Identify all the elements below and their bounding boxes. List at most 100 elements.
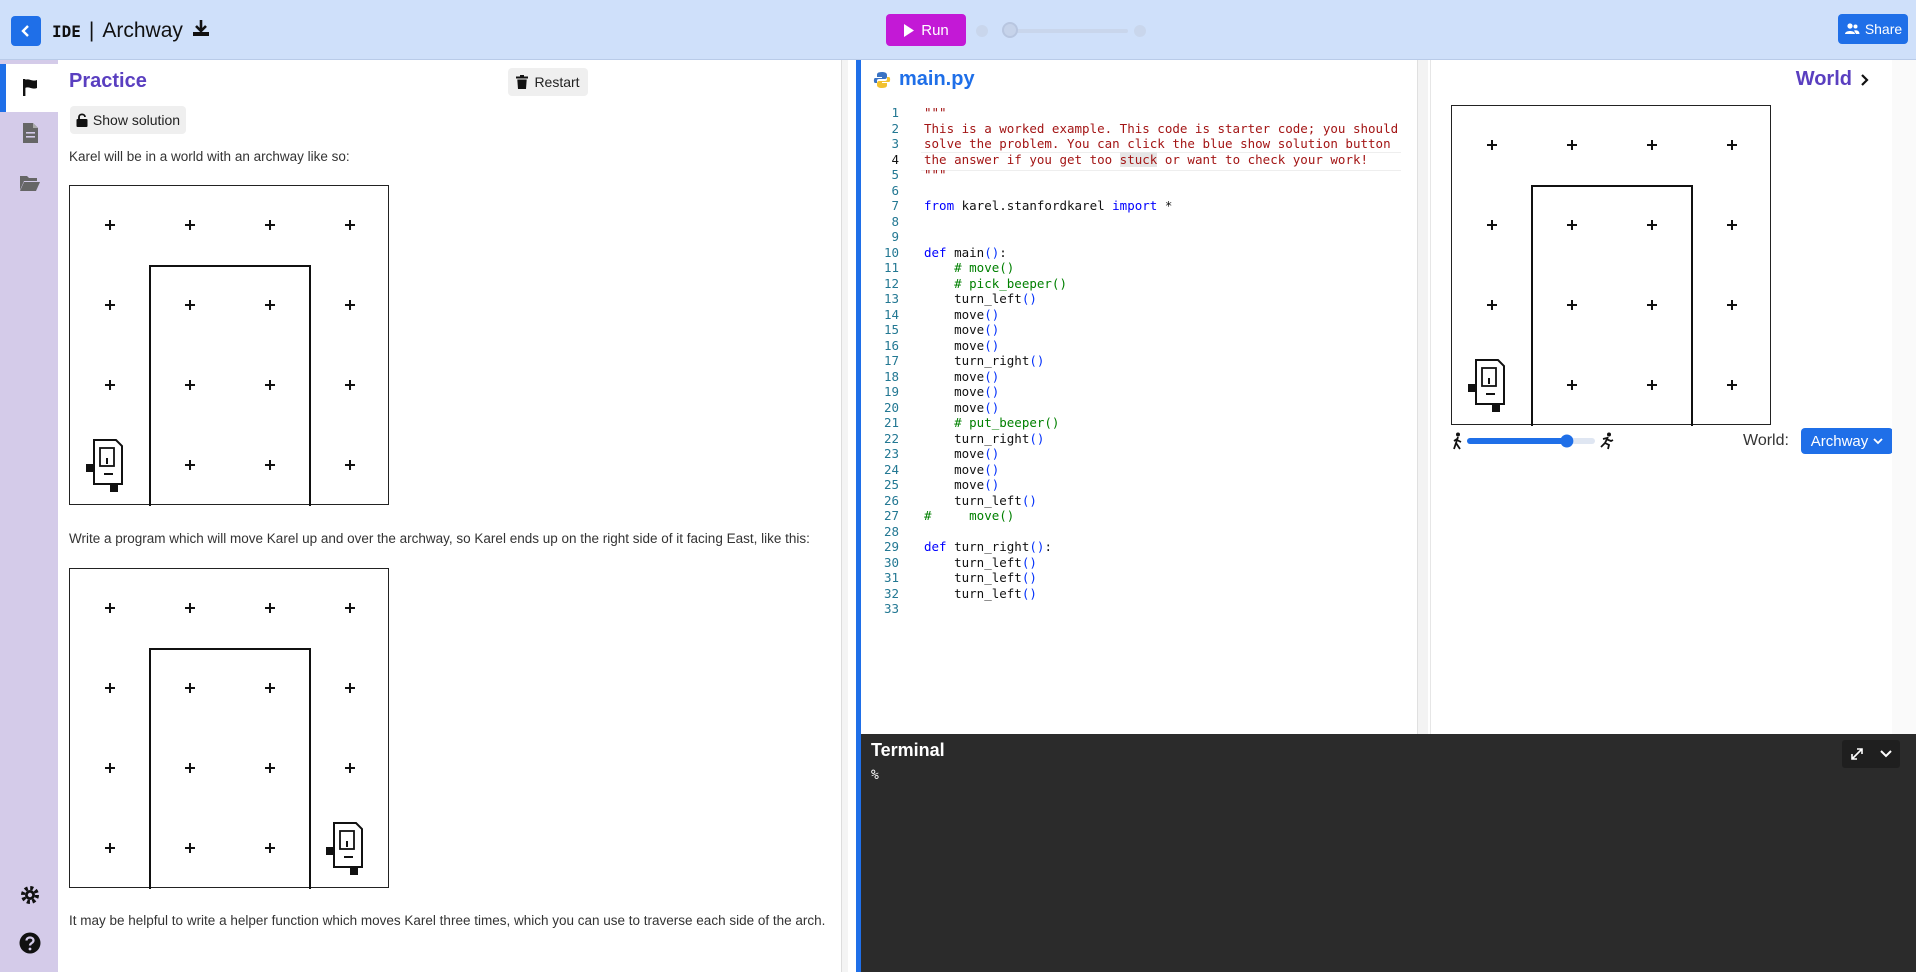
code-text: move()	[924, 384, 1000, 399]
title-separator: |	[88, 19, 95, 42]
help-icon[interactable]	[19, 932, 41, 954]
world-dropdown[interactable]: Archway	[1801, 428, 1893, 454]
code-text: turn_left()	[924, 492, 1037, 508]
line-number: 19	[883, 384, 899, 399]
goal-world-diagram	[69, 568, 389, 889]
project-title: Archway	[102, 19, 183, 42]
brand: IDE | Archway	[52, 17, 211, 45]
code-text: """	[924, 167, 947, 182]
line-number: 2	[891, 120, 899, 136]
gear-icon[interactable]	[19, 884, 41, 906]
line-number: 4	[891, 151, 899, 167]
running-icon	[1600, 432, 1614, 450]
line-number: 18	[883, 368, 899, 384]
slider-knob[interactable]	[1002, 22, 1018, 38]
instructions-panel: Practice Restart Show solution Karel wil…	[58, 60, 842, 972]
code-text: # pick_beeper()	[924, 275, 1067, 291]
walking-icon	[1453, 432, 1462, 450]
code-text: move()	[924, 446, 1000, 461]
side-rail	[0, 60, 58, 972]
share-button[interactable]: Share	[1838, 14, 1908, 44]
restart-button[interactable]: Restart	[508, 68, 588, 96]
document-icon[interactable]	[19, 122, 41, 144]
lock-icon	[76, 113, 88, 127]
world-panel: World World: Archway	[1430, 60, 1893, 734]
show-solution-button[interactable]: Show solution	[70, 106, 186, 134]
download-icon[interactable]	[191, 18, 211, 44]
code-text: solve the problem. You can click the blu…	[924, 136, 1391, 151]
line-number: 26	[883, 492, 899, 508]
python-icon	[873, 71, 891, 88]
speed-slider[interactable]	[1467, 434, 1595, 448]
expand-icon[interactable]	[1850, 747, 1864, 761]
code-text: turn_left()	[924, 291, 1037, 306]
code-text: def main():	[924, 244, 1007, 260]
code-editor: main.py 1 """ 2 This is a worked example. T…	[861, 60, 1430, 734]
world-header[interactable]: World	[1796, 68, 1870, 91]
instructions-scrollbar[interactable]	[842, 60, 848, 972]
terminal-prompt[interactable]: %	[871, 768, 879, 783]
line-number: 32	[883, 585, 899, 601]
line-number: 23	[883, 446, 899, 461]
code-text: move()	[924, 461, 1000, 477]
line-number: 29	[883, 539, 899, 554]
editor-scrollbar[interactable]	[1417, 60, 1428, 734]
karel-robot	[1468, 359, 1505, 412]
code-text: """	[924, 105, 947, 120]
line-number: 8	[891, 213, 899, 229]
line-number: 3	[891, 136, 899, 151]
code-text: move()	[924, 306, 1000, 322]
file-tab[interactable]: main.py	[873, 68, 975, 91]
instructions-title: Practice	[69, 70, 147, 92]
chevron-down-icon[interactable]	[1879, 749, 1893, 759]
chevron-right-icon	[1861, 73, 1869, 86]
users-icon	[1844, 23, 1860, 34]
line-number: 12	[883, 275, 899, 291]
folder-open-icon[interactable]	[19, 172, 41, 194]
world-scrollbar[interactable]	[1892, 60, 1916, 734]
code-text: move()	[924, 322, 1000, 337]
line-number: 33	[883, 601, 899, 616]
code-area[interactable]: 1 """ 2 This is a worked example. This code…	[861, 105, 1401, 730]
code-text: # move()	[924, 260, 1015, 275]
slider-track	[1002, 29, 1128, 33]
code-text: turn_left()	[924, 585, 1037, 601]
line-number: 30	[883, 554, 899, 570]
show-solution-label: Show solution	[92, 112, 181, 128]
chevron-left-icon	[21, 25, 29, 37]
karel-world	[1451, 105, 1771, 426]
code-text: turn_right()	[924, 430, 1045, 446]
code-text: def turn_right():	[924, 539, 1052, 554]
world-dropdown-value: Archway	[1810, 432, 1869, 450]
share-button-label: Share	[1864, 21, 1903, 37]
line-number: 24	[883, 461, 899, 477]
line-number: 14	[883, 306, 899, 322]
step-slider[interactable]	[976, 22, 1146, 38]
code-text: # put_beeper()	[924, 415, 1060, 430]
line-number: 15	[883, 322, 899, 337]
slider-start-dot	[976, 25, 988, 37]
hint-text: It may be helpful to write a helper func…	[69, 913, 826, 928]
back-button[interactable]	[11, 16, 41, 46]
line-number: 7	[891, 198, 899, 213]
line-number: 28	[883, 523, 899, 539]
code-text: from karel.stanfordkarel import *	[924, 198, 1173, 213]
flag-icon[interactable]	[19, 76, 41, 98]
world-title: World	[1795, 68, 1852, 90]
code-text: turn_right()	[924, 353, 1045, 368]
line-number: 16	[883, 337, 899, 353]
terminal-panel: Terminal %	[861, 734, 1916, 972]
slider-end-dot	[1134, 25, 1146, 37]
start-world-diagram	[69, 185, 389, 506]
restart-label: Restart	[534, 74, 580, 90]
code-text: This is a worked example. This code is s…	[924, 120, 1399, 136]
code-line[interactable]: 33	[861, 601, 1401, 620]
line-number: 21	[883, 415, 899, 430]
line-number: 13	[883, 291, 899, 306]
run-button[interactable]: Run	[886, 14, 966, 46]
line-number: 27	[883, 508, 899, 523]
code-text: turn_left()	[924, 554, 1037, 570]
line-number: 25	[883, 477, 899, 492]
terminal-controls	[1842, 740, 1900, 768]
code-text: move()	[924, 477, 1000, 492]
